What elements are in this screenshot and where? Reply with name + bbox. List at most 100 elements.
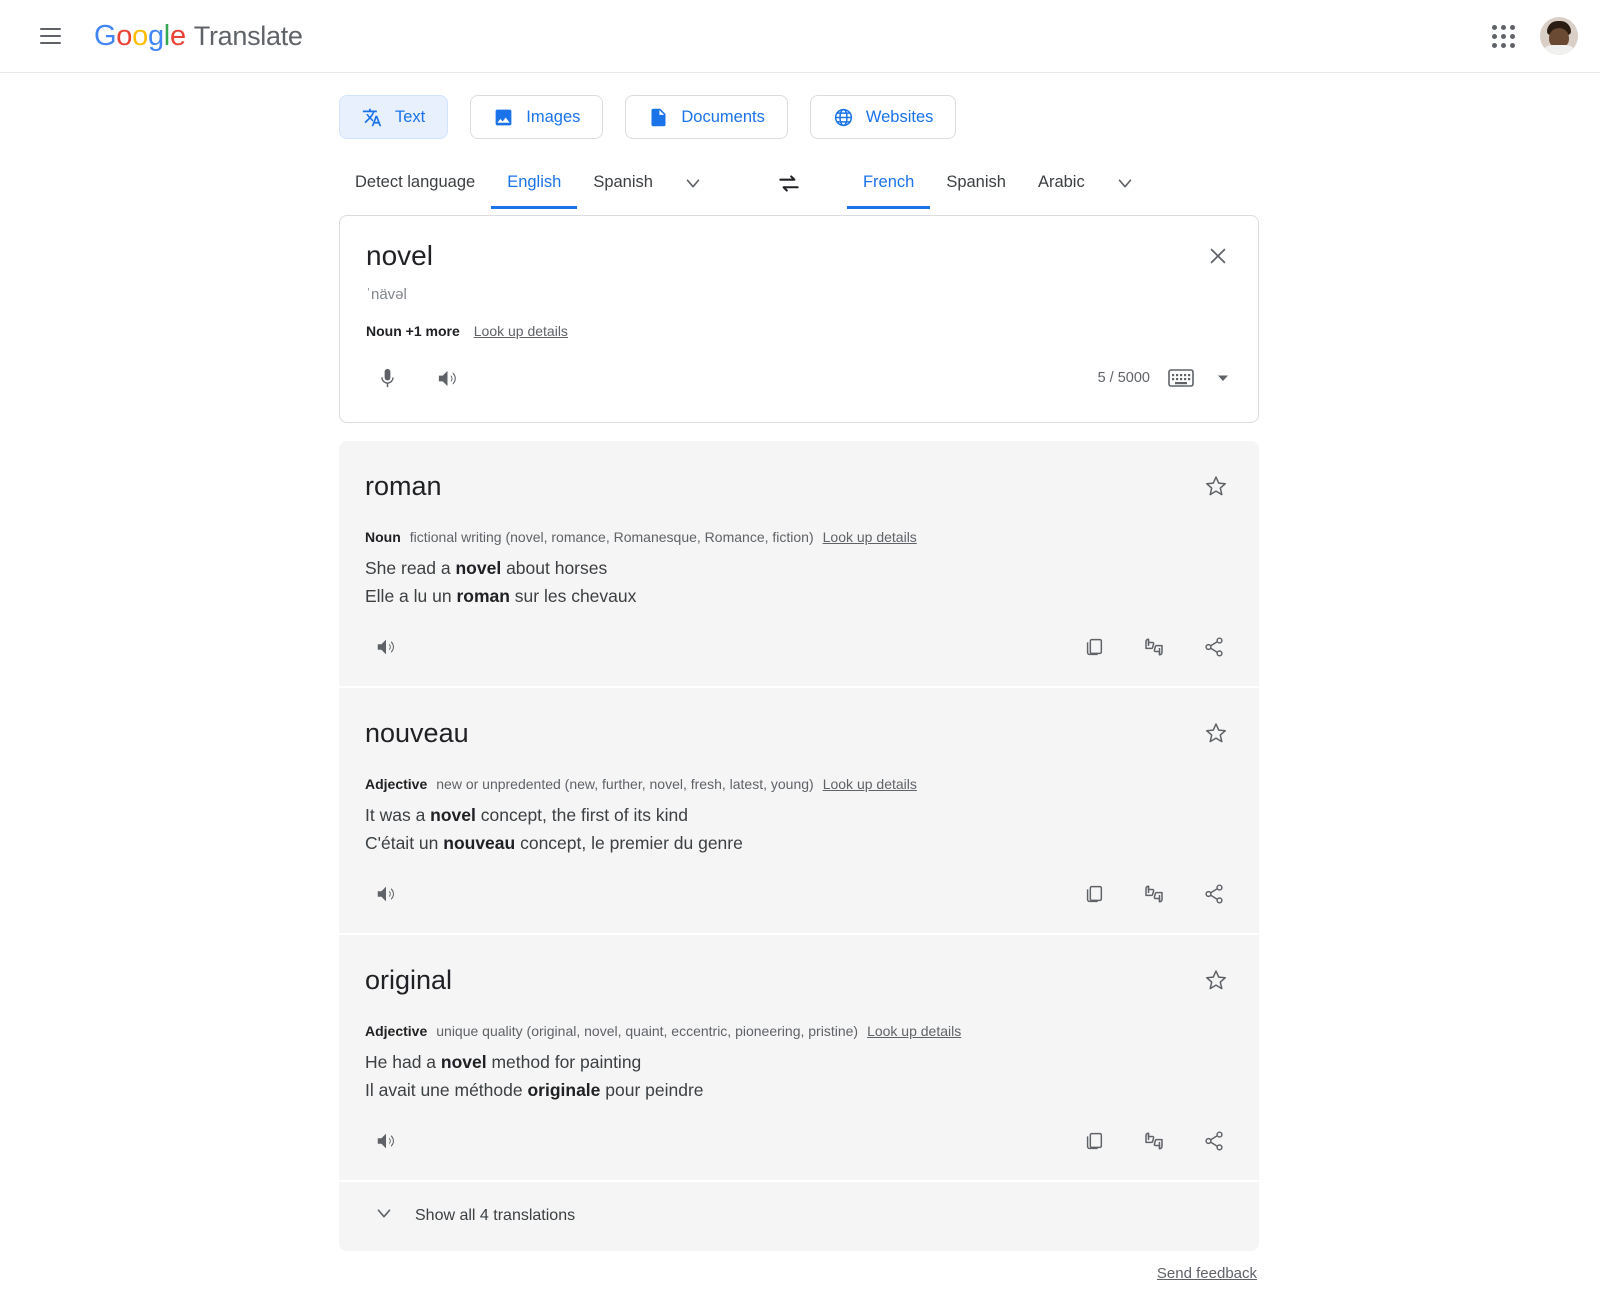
example-target: Il avait une méthode originale pour pein…: [365, 1076, 1235, 1104]
card-footer: [365, 873, 1235, 915]
card-actions: [1073, 873, 1235, 915]
show-all-translations-button[interactable]: Show all 4 translations: [339, 1182, 1259, 1251]
example-source-post: concept, the first of its kind: [476, 805, 688, 825]
translation-card: nouveau Adjective new or unpredented (ne…: [339, 688, 1259, 935]
avatar-shirt: [1542, 45, 1576, 55]
card-actions: [1073, 1120, 1235, 1162]
thumbs-up-down-icon[interactable]: [1133, 626, 1175, 668]
example-target-pre: C'était un: [365, 833, 443, 853]
example-source-bold: novel: [430, 805, 476, 825]
mode-tabs: Text Images Documents: [339, 95, 1259, 139]
results-panel: roman Noun fictional writing (novel, rom…: [339, 441, 1259, 1251]
translation-word: original: [365, 963, 1235, 997]
caret-down-icon[interactable]: [1212, 371, 1234, 385]
example-target-post: pour peindre: [600, 1080, 703, 1100]
translation-word: nouveau: [365, 716, 1235, 750]
search-input[interactable]: novel: [366, 238, 1234, 274]
close-icon[interactable]: [1198, 236, 1238, 276]
translation-card: original Adjective unique quality (origi…: [339, 935, 1259, 1182]
swap-languages-icon[interactable]: [765, 159, 813, 209]
content-column: Text Images Documents: [339, 73, 1259, 1282]
source-footer-left: [366, 357, 468, 399]
globe-icon: [833, 107, 854, 128]
share-icon[interactable]: [1193, 873, 1235, 915]
star-outline-icon[interactable]: [1195, 465, 1237, 507]
feedback-row: Send feedback: [339, 1265, 1259, 1282]
target-lang-arabic[interactable]: Arabic: [1022, 159, 1101, 209]
example-source-bold: novel: [441, 1052, 487, 1072]
source-footer-right: 5 / 5000: [1098, 361, 1234, 395]
translation-word: roman: [365, 469, 1235, 503]
share-icon[interactable]: [1193, 1120, 1235, 1162]
source-lang-detect[interactable]: Detect language: [339, 159, 491, 209]
show-all-translations-label: Show all 4 translations: [415, 1207, 575, 1225]
target-lang-more-chevron-down-icon[interactable]: [1101, 159, 1149, 209]
product-name: Translate: [194, 21, 303, 52]
thumbs-up-down-icon[interactable]: [1133, 873, 1175, 915]
example-source: She read a novel about horses: [365, 554, 1235, 582]
example-target-pre: Il avait une méthode: [365, 1080, 527, 1100]
send-feedback-link[interactable]: Send feedback: [1157, 1265, 1257, 1282]
document-icon: [648, 107, 669, 128]
header-actions: [1480, 13, 1578, 59]
translation-meta: Adjective new or unpredented (new, furth…: [365, 776, 1235, 792]
character-count: 5 / 5000: [1098, 370, 1150, 386]
source-pos-summary: Noun +1 more: [366, 323, 460, 339]
star-outline-icon[interactable]: [1195, 712, 1237, 754]
thumbs-up-down-icon[interactable]: [1133, 1120, 1175, 1162]
example-source-bold: novel: [455, 558, 501, 578]
example-source-pre: He had a: [365, 1052, 441, 1072]
source-language-group: Detect language English Spanish: [339, 159, 717, 209]
copy-icon[interactable]: [1073, 873, 1115, 915]
avatar[interactable]: [1540, 17, 1578, 55]
source-lang-more-chevron-down-icon[interactable]: [669, 159, 717, 209]
copy-icon[interactable]: [1073, 626, 1115, 668]
example-source: It was a novel concept, the first of its…: [365, 801, 1235, 829]
apps-grid-icon[interactable]: [1480, 13, 1526, 59]
source-box-footer: 5 / 5000: [366, 357, 1234, 399]
source-lang-spanish[interactable]: Spanish: [577, 159, 669, 209]
translation-gloss: unique quality (original, novel, quaint,…: [436, 1023, 858, 1039]
translation-pos: Noun: [365, 529, 401, 545]
target-lang-spanish[interactable]: Spanish: [930, 159, 1022, 209]
translation-lookup-details-link[interactable]: Look up details: [867, 1023, 961, 1039]
translation-speaker-icon[interactable]: [365, 1120, 407, 1162]
source-speaker-icon[interactable]: [426, 357, 468, 399]
example-source-pre: It was a: [365, 805, 430, 825]
translation-pos: Adjective: [365, 776, 427, 792]
google-translate-logo[interactable]: Google Translate: [94, 20, 303, 53]
chevron-down-icon: [373, 1202, 395, 1229]
image-icon: [493, 107, 514, 128]
translation-lookup-details-link[interactable]: Look up details: [823, 529, 917, 545]
translation-speaker-icon[interactable]: [365, 873, 407, 915]
card-actions: [1073, 626, 1235, 668]
tab-documents[interactable]: Documents: [625, 95, 787, 139]
example-target-post: sur les chevaux: [510, 586, 636, 606]
translation-lookup-details-link[interactable]: Look up details: [823, 776, 917, 792]
hamburger-menu-icon[interactable]: [26, 12, 74, 60]
target-lang-spanish-label: Spanish: [946, 173, 1006, 192]
translation-card: roman Noun fictional writing (novel, rom…: [339, 441, 1259, 688]
target-lang-french-label: French: [863, 173, 914, 192]
tab-images[interactable]: Images: [470, 95, 603, 139]
example-target-bold: nouveau: [443, 833, 515, 853]
tab-images-label: Images: [526, 108, 580, 127]
example-source-pre: She read a: [365, 558, 455, 578]
translation-speaker-icon[interactable]: [365, 626, 407, 668]
source-lang-english[interactable]: English: [491, 159, 577, 209]
source-lang-english-label: English: [507, 173, 561, 192]
google-wordmark: Google: [94, 20, 186, 53]
keyboard-icon[interactable]: [1164, 361, 1198, 395]
copy-icon[interactable]: [1073, 1120, 1115, 1162]
tab-websites[interactable]: Websites: [810, 95, 957, 139]
microphone-icon[interactable]: [366, 357, 408, 399]
star-outline-icon[interactable]: [1195, 959, 1237, 1001]
target-lang-french[interactable]: French: [847, 159, 930, 209]
source-lookup-details-link[interactable]: Look up details: [474, 323, 568, 339]
share-icon[interactable]: [1193, 626, 1235, 668]
source-phonetic: ˈnävəl: [366, 286, 1234, 303]
example-target: Elle a lu un roman sur les chevaux: [365, 582, 1235, 610]
tab-websites-label: Websites: [866, 108, 934, 127]
target-lang-arabic-label: Arabic: [1038, 173, 1085, 192]
tab-text[interactable]: Text: [339, 95, 448, 139]
